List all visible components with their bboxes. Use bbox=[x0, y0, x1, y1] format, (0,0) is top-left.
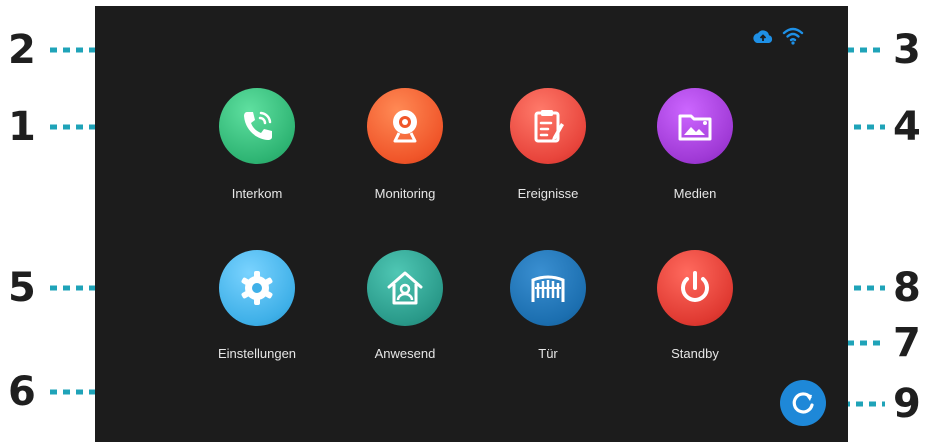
app-label-tuer: Tür bbox=[538, 346, 558, 361]
media-folder-icon bbox=[678, 114, 712, 141]
callout-number-6: 6 bbox=[8, 369, 36, 415]
device-screen bbox=[95, 6, 848, 442]
refresh-icon bbox=[792, 392, 814, 414]
gate-icon bbox=[531, 275, 565, 302]
refresh-button[interactable] bbox=[780, 380, 826, 426]
phone-icon bbox=[244, 111, 272, 140]
callout-number-3: 3 bbox=[893, 27, 921, 73]
app-ereignisse[interactable] bbox=[510, 88, 586, 164]
app-standby[interactable] bbox=[657, 250, 733, 326]
camera-icon bbox=[393, 110, 417, 143]
power-icon bbox=[681, 271, 709, 302]
callout-number-7: 7 bbox=[893, 320, 921, 366]
app-anwesend[interactable] bbox=[367, 250, 443, 326]
callout-number-9: 9 bbox=[893, 381, 921, 427]
app-label-monitoring: Monitoring bbox=[374, 186, 436, 201]
app-label-medien: Medien bbox=[673, 186, 717, 201]
callout-number-1: 1 bbox=[8, 104, 36, 150]
wifi-icon bbox=[782, 27, 804, 45]
app-label-ereignisse: Ereignisse bbox=[517, 186, 579, 201]
app-label-einstellungen: Einstellungen bbox=[217, 346, 297, 361]
app-label-standby: Standby bbox=[671, 346, 719, 361]
home-person-icon bbox=[387, 271, 423, 305]
callout-number-5: 5 bbox=[8, 265, 36, 311]
callout-number-2: 2 bbox=[8, 27, 36, 73]
callout-number-4: 4 bbox=[893, 104, 921, 150]
app-label-anwesend: Anwesend bbox=[374, 346, 436, 361]
app-label-interkom: Interkom bbox=[231, 186, 283, 201]
gear-icon bbox=[241, 271, 273, 305]
app-monitoring[interactable] bbox=[367, 88, 443, 164]
app-interkom[interactable] bbox=[219, 88, 295, 164]
app-tuer[interactable] bbox=[510, 250, 586, 326]
app-medien[interactable] bbox=[657, 88, 733, 164]
app-einstellungen[interactable] bbox=[219, 250, 295, 326]
clipboard-icon bbox=[534, 110, 564, 143]
cloud-icon bbox=[753, 30, 773, 43]
callout-number-8: 8 bbox=[893, 265, 921, 311]
